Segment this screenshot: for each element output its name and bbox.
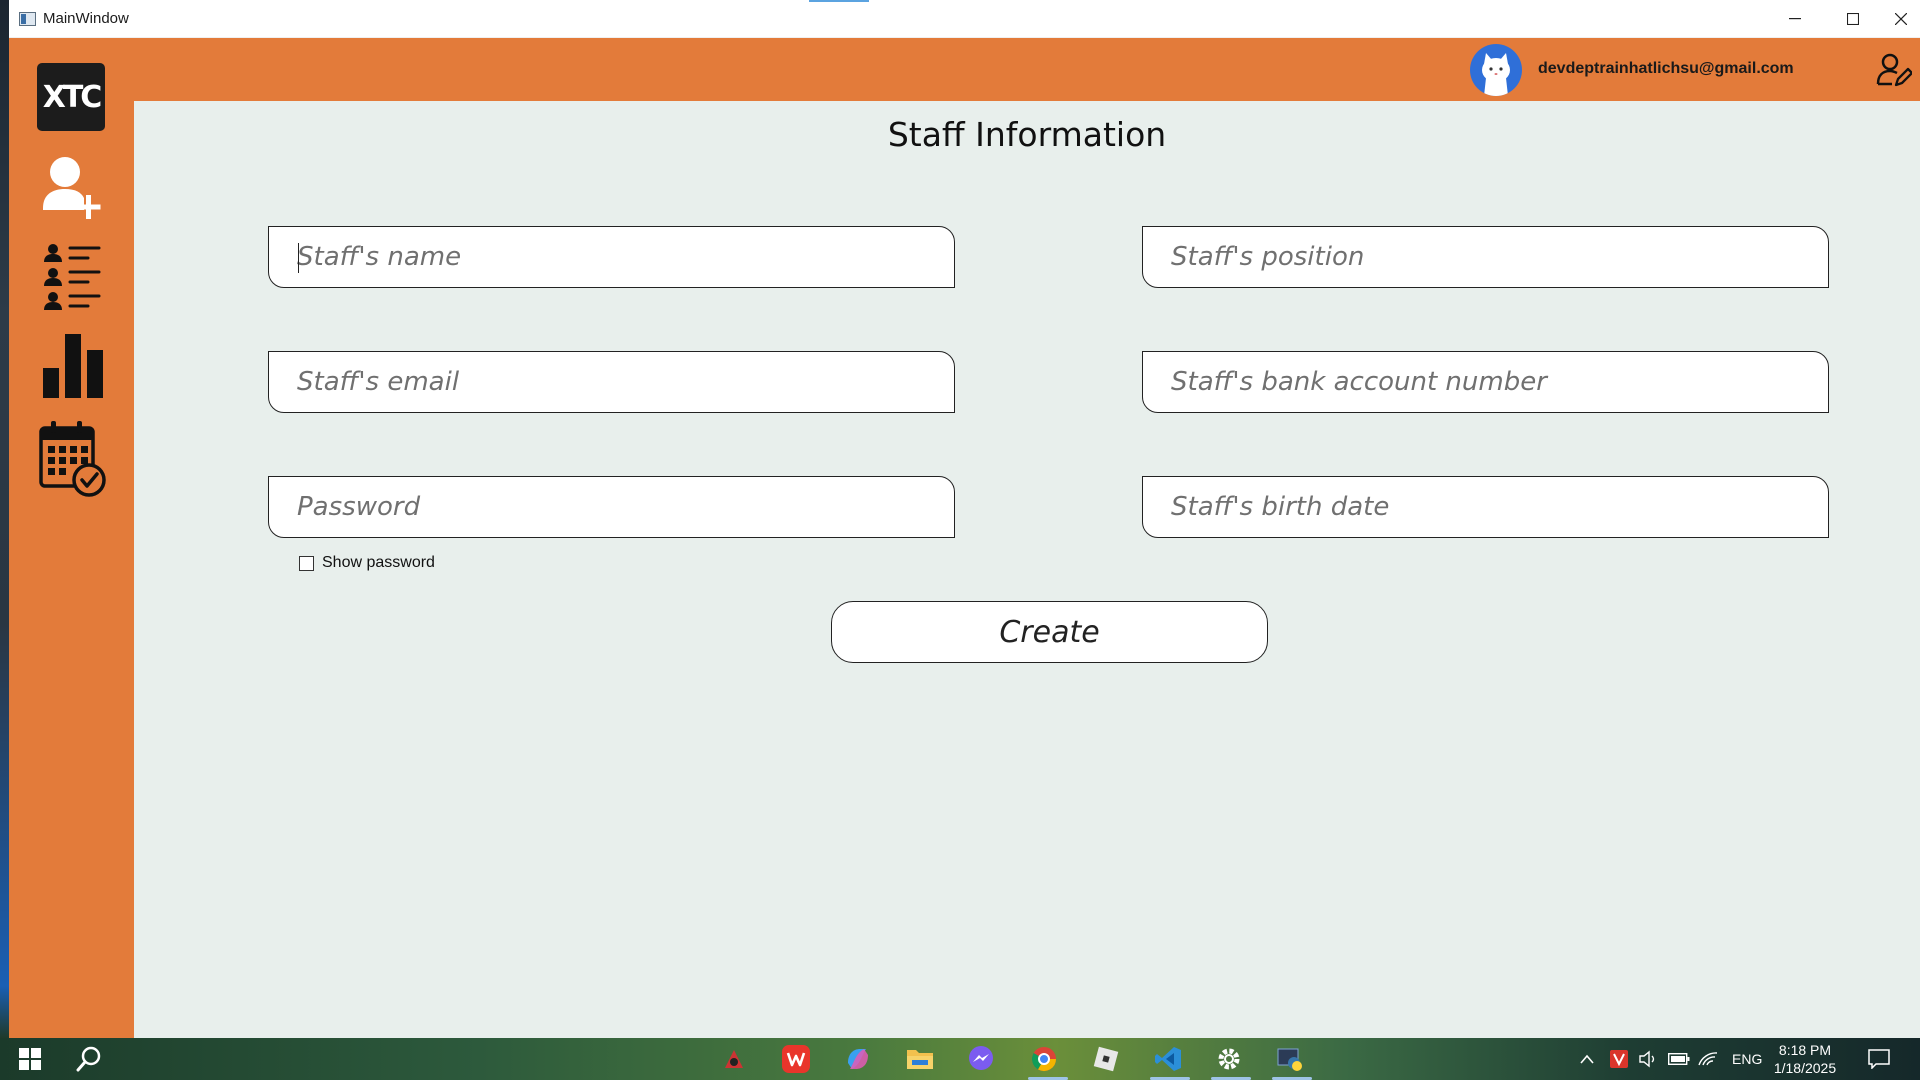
window-title: MainWindow: [43, 10, 129, 27]
staff-name-field[interactable]: [268, 226, 955, 288]
sidebar-item-statistics[interactable]: [29, 326, 117, 406]
staff-position-input[interactable]: [1143, 227, 1828, 287]
tray-wifi[interactable]: [1698, 1038, 1718, 1080]
taskbar-app-file-explorer[interactable]: [904, 1043, 936, 1075]
show-password-checkbox[interactable]: [299, 555, 314, 571]
tray-battery[interactable]: [1668, 1038, 1690, 1080]
title-bar: MainWindow: [9, 0, 1920, 38]
cat-avatar-icon: [1482, 53, 1510, 96]
show-password-label: Show password: [322, 554, 435, 571]
maximize-icon: [1847, 13, 1859, 25]
language-indicator[interactable]: ENG: [1732, 1038, 1762, 1080]
taskbar-clock[interactable]: 8:18 PM 1/18/2025: [1760, 1041, 1850, 1077]
main-window: MainWindow XTC devdeptrainhatlichsu@gmai…: [9, 0, 1920, 1038]
staff-birth-date-input[interactable]: [1143, 477, 1828, 537]
tray-v-app-icon: [1610, 1050, 1628, 1068]
create-button[interactable]: Create: [831, 601, 1268, 663]
staff-bank-account-input[interactable]: [1143, 352, 1828, 412]
sidebar-item-schedule[interactable]: [29, 420, 117, 500]
folder-icon: [907, 1050, 933, 1069]
system-tray: [1580, 1038, 1594, 1080]
desktop-background: [0, 0, 9, 1038]
windows-start-icon: [19, 1048, 41, 1070]
taskbar: ENG 8:18 PM 1/18/2025: [0, 1038, 1920, 1080]
app-logo[interactable]: XTC: [37, 63, 105, 131]
clock-time: 8:18 PM: [1778, 1042, 1832, 1058]
taskbar-app-wps[interactable]: [780, 1043, 812, 1075]
staff-form-page: Staff Information Show password Create: [134, 101, 1920, 1038]
page-title: Staff Information: [887, 115, 1167, 154]
wifi-icon: [1698, 1052, 1718, 1066]
vscode-icon: [1155, 1047, 1181, 1071]
chrome-icon: [1031, 1047, 1056, 1072]
gear-icon: [1218, 1048, 1240, 1070]
volume-icon: [1639, 1050, 1655, 1068]
sidebar-item-staff-list[interactable]: [29, 238, 117, 318]
notification-icon: [1868, 1049, 1890, 1069]
taskbar-app-python[interactable]: [1274, 1043, 1306, 1075]
staff-position-field[interactable]: [1142, 226, 1829, 288]
staff-email-input[interactable]: [269, 352, 954, 412]
minimize-icon: [1789, 18, 1801, 20]
battery-icon: [1668, 1053, 1690, 1065]
taskbar-search-button[interactable]: [73, 1043, 105, 1075]
close-icon: [1895, 13, 1907, 25]
staff-name-input[interactable]: [269, 227, 954, 287]
user-email: devdeptrainhatlichsu@gmail.com: [1538, 60, 1794, 77]
start-button[interactable]: [14, 1043, 46, 1075]
copilot-icon: [848, 1049, 868, 1069]
sidebar-item-add-staff[interactable]: [29, 150, 117, 230]
taskbar-app-tool[interactable]: [718, 1043, 750, 1075]
minimize-button[interactable]: [1766, 0, 1824, 38]
staff-email-field[interactable]: [268, 351, 955, 413]
password-input[interactable]: [269, 477, 954, 537]
app-window-icon: [19, 12, 36, 26]
tool-app-icon: [725, 1050, 743, 1068]
text-caret: [298, 243, 299, 273]
taskbar-app-messenger[interactable]: [965, 1043, 997, 1075]
sidebar: XTC: [9, 38, 134, 1038]
tray-app[interactable]: [1610, 1038, 1628, 1080]
chevron-up-icon[interactable]: [1580, 1054, 1594, 1064]
user-edit-icon: [1876, 53, 1912, 87]
user-list-icon: [44, 244, 101, 310]
tray-volume[interactable]: [1638, 1038, 1658, 1080]
messenger-icon: [969, 1046, 993, 1070]
python-window-icon: [1277, 1048, 1302, 1071]
show-password-option[interactable]: Show password: [299, 554, 435, 572]
taskbar-app-copilot[interactable]: [842, 1043, 874, 1075]
notification-center-button[interactable]: [1868, 1038, 1890, 1080]
search-icon: [76, 1046, 101, 1072]
title-bar-accent: [809, 0, 869, 2]
roblox-icon: [1093, 1046, 1119, 1072]
maximize-button[interactable]: [1824, 0, 1882, 38]
taskbar-app-roblox[interactable]: [1090, 1043, 1122, 1075]
password-field[interactable]: [268, 476, 955, 538]
user-plus-icon: [43, 157, 101, 219]
user-avatar[interactable]: [1470, 44, 1522, 96]
top-header: devdeptrainhatlichsu@gmail.com: [134, 38, 1920, 101]
calendar-check-icon: [39, 421, 106, 497]
close-button[interactable]: [1882, 0, 1920, 38]
staff-bank-account-field[interactable]: [1142, 351, 1829, 413]
taskbar-app-settings[interactable]: [1213, 1043, 1245, 1075]
bar-chart-icon: [43, 334, 103, 398]
taskbar-app-chrome[interactable]: [1028, 1043, 1060, 1075]
taskbar-app-vscode[interactable]: [1152, 1043, 1184, 1075]
wps-office-icon: [782, 1045, 810, 1073]
clock-date: 1/18/2025: [1773, 1060, 1837, 1076]
staff-birth-date-field[interactable]: [1142, 476, 1829, 538]
edit-profile-button[interactable]: [1874, 50, 1914, 90]
